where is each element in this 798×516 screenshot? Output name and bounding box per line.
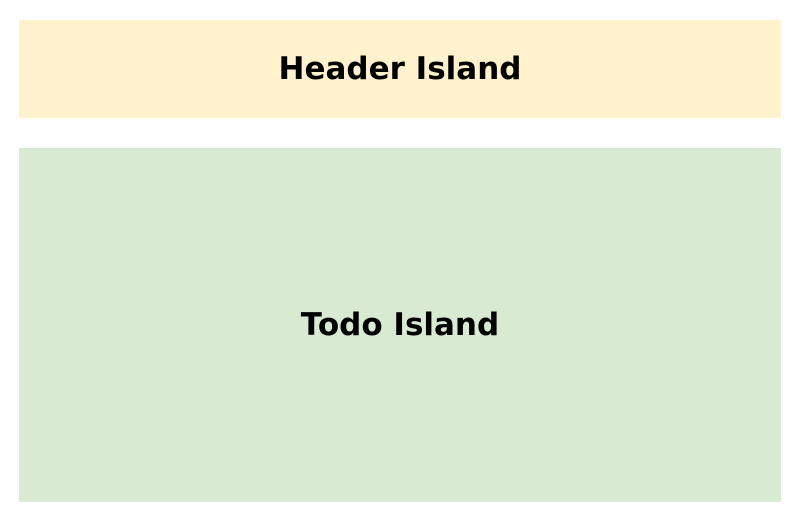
header-island: Header Island [19, 20, 781, 118]
todo-island-label: Todo Island [300, 307, 500, 343]
header-island-label: Header Island [278, 51, 522, 87]
todo-island: Todo Island [19, 148, 781, 502]
